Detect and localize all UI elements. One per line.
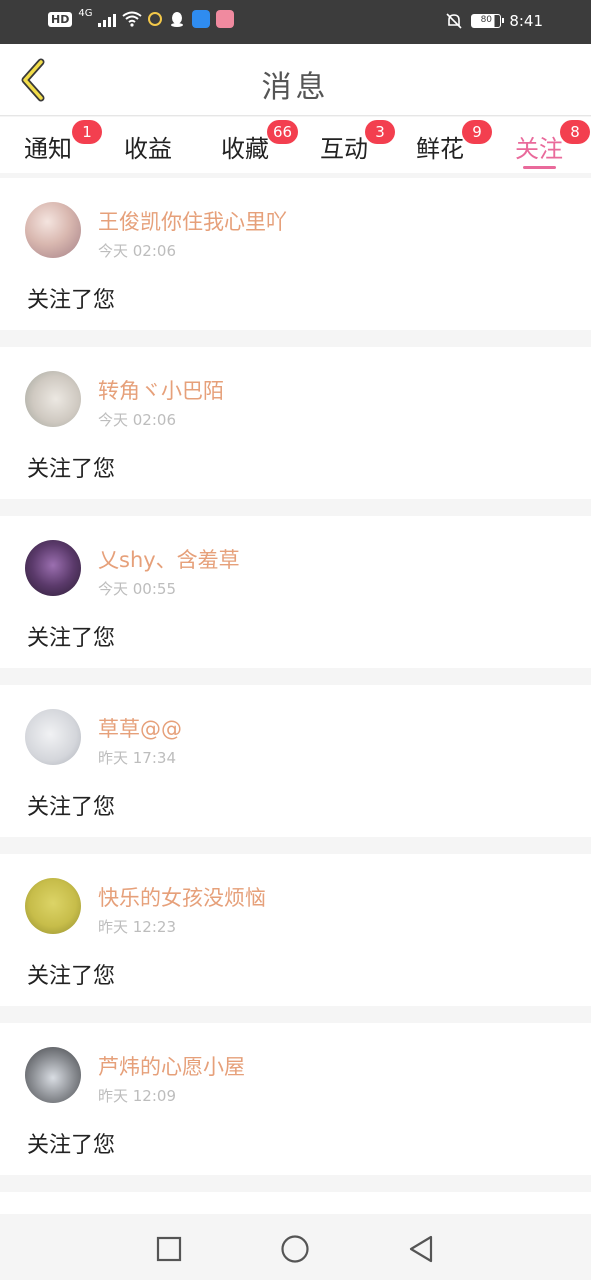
follower-name[interactable]: 乂shy、含羞草 xyxy=(98,544,240,574)
avatar[interactable] xyxy=(25,540,81,596)
status-bar: HD 4G 80 8:41 xyxy=(0,0,591,44)
follower-name[interactable]: 王俊凯你住我心里吖 xyxy=(98,206,287,236)
message-text: 关注了您 xyxy=(27,1133,116,1158)
follower-name[interactable]: 快乐的女孩没烦恼 xyxy=(98,882,266,912)
unread-badge: 9 xyxy=(462,120,492,144)
app-notify-icon xyxy=(148,12,163,26)
tab-label: 通知 xyxy=(24,135,72,163)
tab-label: 关注 xyxy=(515,135,563,163)
qq-icon xyxy=(171,12,184,27)
home-button[interactable] xyxy=(278,1232,312,1266)
list-item[interactable]: 快乐的女孩没烦恼 昨天 12:23 关注了您 xyxy=(0,854,591,1006)
app-blue-icon xyxy=(192,10,211,28)
avatar[interactable] xyxy=(25,1047,81,1103)
bell-off-icon xyxy=(446,13,462,29)
message-text: 关注了您 xyxy=(27,795,116,820)
clock: 8:41 xyxy=(509,12,543,30)
system-back-button[interactable] xyxy=(404,1232,438,1266)
follower-name[interactable]: 转角ヾ小巴陌 xyxy=(98,375,224,405)
square-icon xyxy=(156,1236,182,1262)
tab-earnings[interactable]: 收益 xyxy=(124,129,172,164)
avatar[interactable] xyxy=(25,709,81,765)
message-text: 关注了您 xyxy=(27,457,116,482)
active-tab-indicator xyxy=(523,166,556,169)
follower-name[interactable]: 草草@@ xyxy=(98,713,182,743)
tab-follows[interactable]: 关注 8 xyxy=(515,120,590,164)
message-text: 关注了您 xyxy=(27,288,116,313)
signal-icon xyxy=(98,11,117,27)
message-time: 昨天 12:23 xyxy=(98,918,176,936)
unread-badge: 8 xyxy=(560,120,590,144)
message-tabs: 通知 1 收益 收藏 66 互动 3 鲜花 9 关注 8 xyxy=(0,117,591,173)
top-app-bar: 消息 xyxy=(0,44,591,116)
status-right: 80 8:41 xyxy=(445,12,543,30)
tab-label: 鲜花 xyxy=(416,135,464,163)
list-item[interactable]: 芦炜的心愿小屋 昨天 12:09 关注了您 xyxy=(0,1023,591,1175)
list-item[interactable]: 草草@@ 昨天 17:34 关注了您 xyxy=(0,685,591,837)
unread-badge: 3 xyxy=(365,120,395,144)
message-text: 关注了您 xyxy=(27,964,116,989)
list-item[interactable]: 乂shy、含羞草 今天 00:55 关注了您 xyxy=(0,516,591,668)
message-time: 今天 02:06 xyxy=(98,242,176,260)
network-generation: 4G xyxy=(78,7,93,19)
status-left: HD 4G xyxy=(48,7,235,28)
list-item-partial[interactable] xyxy=(0,1192,591,1214)
system-nav-bar xyxy=(0,1214,591,1280)
avatar[interactable] xyxy=(25,202,81,258)
tab-label: 互动 xyxy=(320,135,368,163)
message-time: 昨天 17:34 xyxy=(98,749,176,767)
tab-label: 收藏 xyxy=(221,135,269,163)
tab-favorites[interactable]: 收藏 66 xyxy=(221,120,299,164)
hd-indicator: HD xyxy=(48,11,73,27)
avatar[interactable] xyxy=(25,878,81,934)
triangle-back-icon xyxy=(409,1235,433,1263)
avatar[interactable] xyxy=(25,371,81,427)
tab-flowers[interactable]: 鲜花 9 xyxy=(416,120,492,164)
unread-badge: 1 xyxy=(72,120,102,144)
circle-icon xyxy=(281,1235,309,1263)
battery-icon: 80 xyxy=(471,14,505,28)
recent-apps-button[interactable] xyxy=(152,1232,186,1266)
list-item[interactable]: 王俊凯你住我心里吖 今天 02:06 关注了您 xyxy=(0,178,591,330)
wifi-icon xyxy=(122,11,143,27)
message-time: 今天 00:55 xyxy=(98,580,176,598)
list-item[interactable]: 转角ヾ小巴陌 今天 02:06 关注了您 xyxy=(0,347,591,499)
message-time: 昨天 12:09 xyxy=(98,1087,176,1105)
app-pink-icon xyxy=(216,10,235,28)
follower-name[interactable]: 芦炜的心愿小屋 xyxy=(98,1051,245,1081)
tab-notifications[interactable]: 通知 1 xyxy=(24,120,102,164)
unread-badge: 66 xyxy=(267,120,299,144)
message-time: 今天 02:06 xyxy=(98,411,176,429)
message-text: 关注了您 xyxy=(27,626,116,651)
page-title: 消息 xyxy=(261,70,330,105)
tab-interactions[interactable]: 互动 3 xyxy=(320,120,395,164)
tab-label: 收益 xyxy=(124,135,172,163)
